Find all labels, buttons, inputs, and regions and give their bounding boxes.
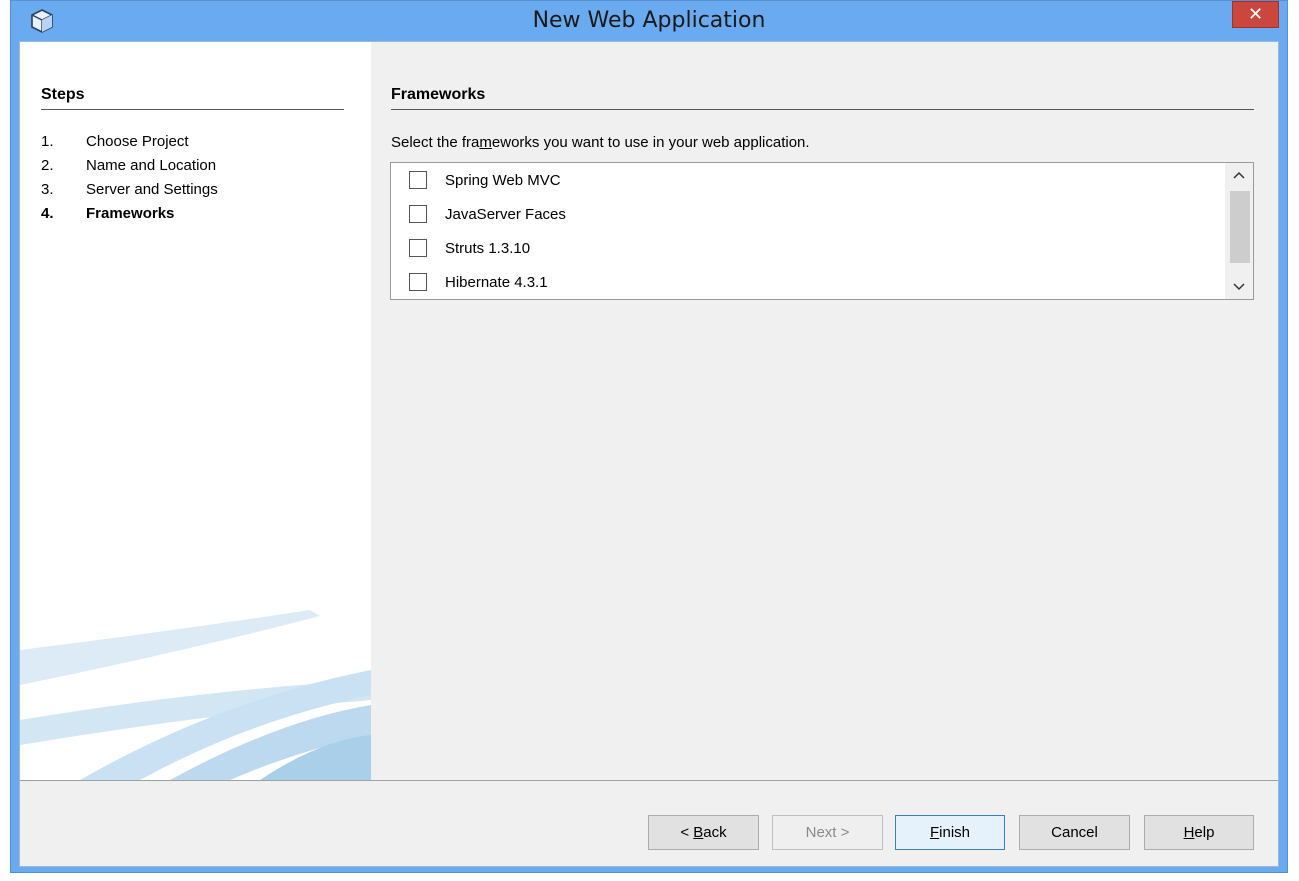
button-text: inish xyxy=(939,824,971,841)
close-button[interactable]: ✕ xyxy=(1232,1,1279,28)
step-number: 4. xyxy=(41,205,54,222)
description-text: Select the fra xyxy=(391,134,480,151)
window-title: New Web Application xyxy=(532,8,766,33)
framework-item-struts[interactable]: Struts 1.3.10 xyxy=(409,231,530,265)
step-item: 3. Server and Settings xyxy=(41,178,218,202)
step-label: Name and Location xyxy=(86,157,217,174)
steps-header: Steps xyxy=(41,86,344,110)
framework-checkbox[interactable] xyxy=(409,273,427,291)
button-mnemonic: B xyxy=(693,824,704,841)
description-text: eworks you want to use in your web appli… xyxy=(491,134,810,151)
chevron-up-icon xyxy=(1233,171,1245,179)
help-button[interactable]: Help xyxy=(1144,815,1254,850)
framework-item-hibernate[interactable]: Hibernate 4.3.1 xyxy=(409,265,548,299)
step-item-current: 4. Frameworks xyxy=(41,202,218,226)
frameworks-scrollbar[interactable] xyxy=(1225,163,1253,299)
framework-label: Spring Web MVC xyxy=(445,171,561,189)
finish-button[interactable]: Finish xyxy=(895,815,1005,850)
scroll-up-button[interactable] xyxy=(1225,163,1253,187)
step-label: Choose Project xyxy=(86,133,189,150)
button-bar-separator xyxy=(20,780,1278,781)
step-item: 2. Name and Location xyxy=(41,154,218,178)
framework-label: JavaServer Faces xyxy=(445,205,566,223)
framework-checkbox[interactable] xyxy=(409,239,427,257)
framework-label: Struts 1.3.10 xyxy=(445,239,531,257)
back-button[interactable]: < Back xyxy=(648,815,759,850)
button-mnemonic: H xyxy=(1183,824,1195,841)
next-button[interactable]: Next > xyxy=(772,815,883,850)
close-icon: ✕ xyxy=(1247,4,1264,24)
cancel-button[interactable]: Cancel xyxy=(1019,815,1130,850)
title-bar[interactable]: New Web Application ✕ xyxy=(11,1,1287,41)
wizard-body: Steps 1. Choose Project 2. Name and Locati… xyxy=(19,41,1279,867)
steps-panel: Steps 1. Choose Project 2. Name and Locati… xyxy=(20,42,371,780)
step-label: Frameworks xyxy=(86,205,175,222)
framework-checkbox[interactable] xyxy=(409,171,427,189)
chevron-down-icon xyxy=(1233,283,1245,291)
frameworks-panel: Frameworks Select the frameworks you wan… xyxy=(371,42,1278,780)
button-text: ack xyxy=(703,824,727,841)
step-number: 3. xyxy=(41,181,54,198)
step-item: 1. Choose Project xyxy=(41,130,218,154)
wizard-window: New Web Application ✕ Steps 1. Choose Pro… xyxy=(10,0,1288,873)
framework-checkbox[interactable] xyxy=(409,205,427,223)
step-number: 2. xyxy=(41,157,54,174)
framework-item-spring-web-mvc[interactable]: Spring Web MVC xyxy=(409,163,561,197)
step-label: Server and Settings xyxy=(86,181,218,198)
description-mnemonic: m xyxy=(479,134,492,151)
framework-item-javaserver-faces[interactable]: JavaServer Faces xyxy=(409,197,566,231)
scroll-thumb[interactable] xyxy=(1230,191,1250,263)
step-number: 1. xyxy=(41,133,54,150)
frameworks-list[interactable]: Spring Web MVC JavaServer Faces Struts 1… xyxy=(390,162,1254,300)
frameworks-description: Select the frameworks you want to use in… xyxy=(391,134,810,151)
steps-list: 1. Choose Project 2. Name and Location 3. S… xyxy=(41,130,218,226)
decorative-swoosh xyxy=(20,610,371,780)
framework-label: Hibernate 4.3.1 xyxy=(445,273,548,291)
button-text: < xyxy=(680,824,694,841)
button-mnemonic: F xyxy=(929,824,940,841)
frameworks-header: Frameworks xyxy=(391,86,1254,110)
button-text: elp xyxy=(1194,824,1215,841)
scroll-down-button[interactable] xyxy=(1225,275,1253,299)
